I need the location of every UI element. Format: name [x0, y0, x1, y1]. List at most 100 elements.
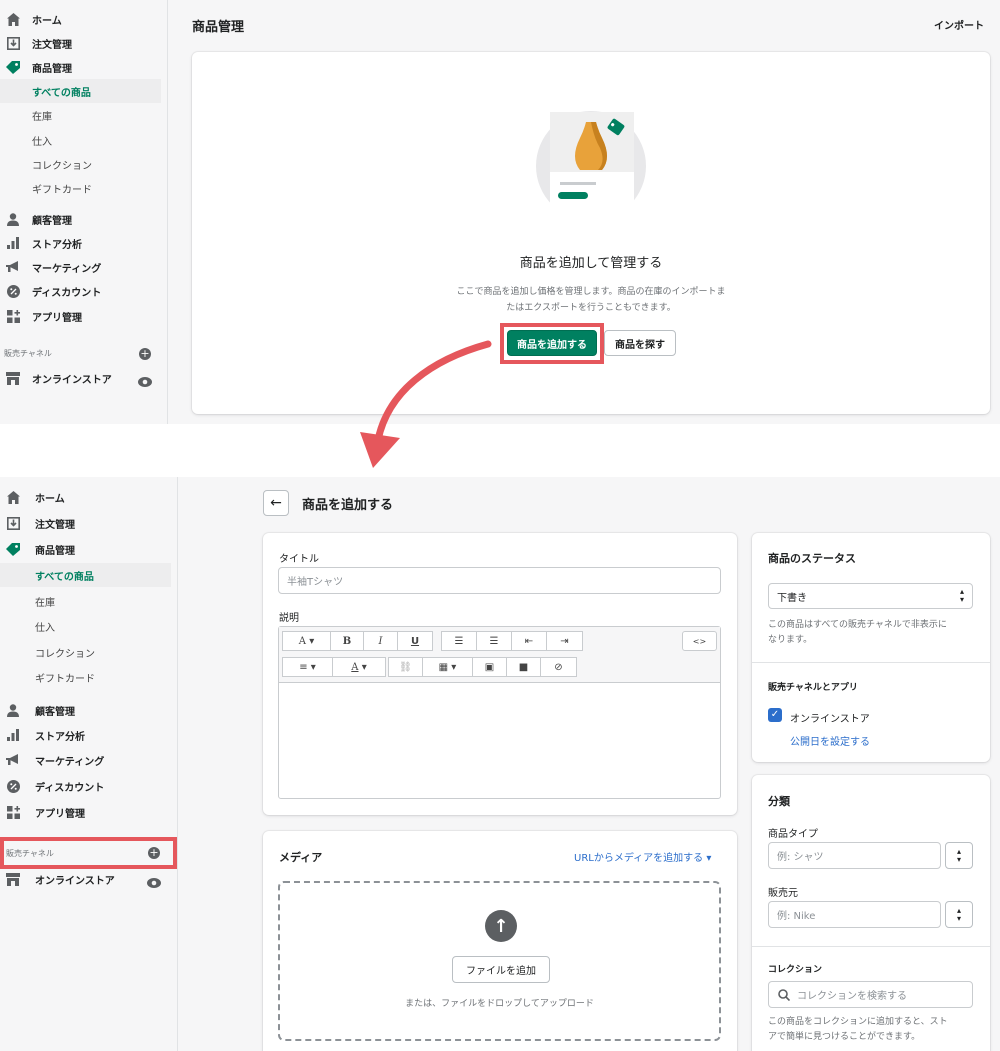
sidebar-item-home[interactable]: ホーム [0, 485, 177, 509]
top-screen: ホーム 注文管理 商品管理 顧客管理 ストア分析 マーケティング ディスカウント アプリ管理す… [0, 0, 1000, 424]
online-store-label: オンラインストア [32, 374, 112, 386]
sidebar-item-home[interactable]: ホーム [0, 7, 167, 31]
sidebar-item-discount[interactable]: ディスカウント [0, 279, 167, 303]
find-product-button[interactable]: 商品を探す [604, 330, 676, 356]
vendor-input[interactable]: 例: Nike [768, 901, 941, 928]
megaphone-icon [5, 752, 21, 768]
highlight-add-product [500, 323, 604, 364]
store-icon [5, 871, 21, 887]
sidebar-subitem[interactable]: 仕入 [0, 128, 161, 152]
sidebar-item-analytics[interactable]: ストア分析 [0, 231, 167, 255]
sidebar-item-customer[interactable]: 顧客管理 [0, 207, 167, 231]
select-arrows-icon: ▴ ▾ [959, 587, 964, 604]
sidebar-item-discount[interactable]: ディスカウント [0, 774, 177, 798]
back-button[interactable]: ← [263, 490, 289, 516]
sidebar-item-apps[interactable]: アプリ管理 [0, 800, 177, 824]
sidebar-item-label: ホーム [35, 493, 65, 505]
bottom-sidebar: ホーム注文管理商品管理顧客管理ストア分析マーケティング ディスカウント アプリ管理 す… [0, 477, 178, 1051]
status-select[interactable]: 下書き ▴ ▾ [768, 583, 973, 609]
sidebar-subitem[interactable]: すべての商品 [0, 563, 171, 587]
divider [752, 662, 990, 663]
indent-icon[interactable]: ⇥ [547, 632, 582, 650]
sidebar-item-label: 注文管理 [35, 519, 75, 531]
sidebar-subitem[interactable]: ギフトカード [0, 176, 161, 200]
sidebar-item-label: アプリ管理 [32, 312, 82, 324]
sidebar-item-label: 商品管理 [32, 63, 72, 75]
page-title: 商品管理 [192, 20, 245, 35]
product-illustration [536, 108, 646, 221]
collection-search-input[interactable]: コレクションを検索する [768, 981, 973, 1008]
title-card: タイトル 半袖Tシャツ 説明 A ▾ B I U ☰ ☰ ⇤ ⇥ <> ≡ ▾ … [263, 533, 737, 815]
bullet-list-icon[interactable]: ☰ [442, 632, 477, 650]
numbered-list-icon[interactable]: ☰ [477, 632, 512, 650]
sidebar-item-tag[interactable]: 商品管理 [0, 537, 177, 561]
sidebar-subitem[interactable]: コレクション [0, 152, 161, 176]
classification-card: 分類 商品タイプ 例: シャツ ▴ ▾ 販売元 例: Nike ▴ ▾ コレクション… [752, 775, 990, 1051]
vendor-select[interactable]: ▴ ▾ [945, 901, 973, 928]
sidebar-subitem-label: コレクション [35, 648, 95, 660]
outdent-icon[interactable]: ⇤ [512, 632, 547, 650]
sidebar-item-label: マーケティング [32, 263, 102, 275]
sidebar-item-megaphone[interactable]: マーケティング [0, 748, 177, 772]
home-icon [5, 11, 21, 27]
add-media-url-link[interactable]: URLからメディアを追加する ▾ [574, 849, 711, 864]
sidebar-subitem[interactable]: 在庫 [0, 103, 161, 127]
sidebar-item-label: マーケティング [35, 756, 105, 768]
status-title: 商品のステータス [768, 552, 856, 565]
font-dropdown[interactable]: A ▾ [283, 632, 331, 650]
dropzone[interactable]: ↑ ファイルを追加 または、ファイルをドロップしてアップロード [278, 881, 721, 1041]
sidebar-item-analytics[interactable]: ストア分析 [0, 723, 177, 747]
sidebar-item-orders[interactable]: 注文管理 [0, 31, 167, 55]
sidebar-item-label: ストア分析 [35, 731, 85, 743]
video-icon[interactable]: ■ [507, 658, 541, 676]
sidebar-item-tag[interactable]: 商品管理 [0, 55, 167, 79]
sidebar-item-orders[interactable]: 注文管理 [0, 511, 177, 535]
sidebar-item-customer[interactable]: 顧客管理 [0, 698, 177, 722]
apps-icon [5, 804, 21, 820]
page-title: 商品を追加する [302, 498, 394, 513]
import-button[interactable]: インポート [934, 17, 984, 32]
sidebar-subitem[interactable]: コレクション [0, 640, 171, 664]
add-file-button[interactable]: ファイルを追加 [452, 956, 550, 983]
underline-button[interactable]: U [398, 632, 432, 650]
eye-icon[interactable] [147, 873, 161, 892]
sidebar-item-label: ディスカウント [35, 782, 105, 794]
empty-state-desc-1: ここで商品を追加し価格を管理します。商品の在庫のインポートま [456, 287, 726, 297]
schedule-link[interactable]: 公開日を設定する [790, 733, 870, 748]
analytics-icon [5, 727, 21, 743]
sidebar-item-label: 注文管理 [32, 39, 72, 51]
online-store-channel-label: オンラインストア [790, 714, 870, 725]
editor[interactable]: A ▾ B I U ☰ ☰ ⇤ ⇥ <> ≡ ▾ A ▾ ⛓ ▦ ▾ ▣ ■ ⊘ [278, 626, 721, 799]
sidebar-item-apps[interactable]: アプリ管理 [0, 304, 167, 328]
product-type-select[interactable]: ▴ ▾ [945, 842, 973, 869]
sidebar-subitem[interactable]: ギフトカード [0, 665, 171, 689]
italic-button[interactable]: I [364, 632, 398, 650]
media-title: メディア [279, 851, 323, 864]
html-button[interactable]: <> [682, 631, 717, 651]
title-label: タイトル [279, 554, 319, 565]
online-store-label: オンラインストア [35, 875, 115, 887]
collection-label: コレクション [768, 965, 823, 975]
eye-icon[interactable] [138, 372, 152, 391]
image-icon[interactable]: ▣ [473, 658, 507, 676]
add-channel-icon[interactable]: + [139, 348, 151, 360]
sidebar-subitem[interactable]: 仕入 [0, 614, 171, 638]
analytics-icon [5, 235, 21, 251]
clear-format-icon[interactable]: ⊘ [541, 658, 576, 676]
align-dropdown[interactable]: ≡ ▾ [283, 658, 333, 676]
sidebar-subitem[interactable]: 在庫 [0, 589, 171, 613]
sidebar-item-megaphone[interactable]: マーケティング [0, 255, 167, 279]
title-input[interactable]: 半袖Tシャツ [278, 567, 721, 594]
tag-icon [5, 59, 21, 75]
sidebar-subitem-label: ギフトカード [32, 184, 92, 196]
bold-button[interactable]: B [331, 632, 364, 650]
link-icon[interactable]: ⛓ [389, 658, 423, 676]
product-type-input[interactable]: 例: シャツ [768, 842, 941, 869]
text-color-dropdown[interactable]: A ▾ [333, 658, 385, 676]
online-store-checkbox[interactable]: ✓ [768, 708, 782, 722]
classification-title: 分類 [768, 795, 790, 808]
product-type-label: 商品タイプ [768, 829, 818, 840]
sidebar-subitem[interactable]: すべての商品 [0, 79, 161, 103]
sidebar-item-label: アプリ管理 [35, 808, 85, 820]
table-dropdown[interactable]: ▦ ▾ [423, 658, 473, 676]
